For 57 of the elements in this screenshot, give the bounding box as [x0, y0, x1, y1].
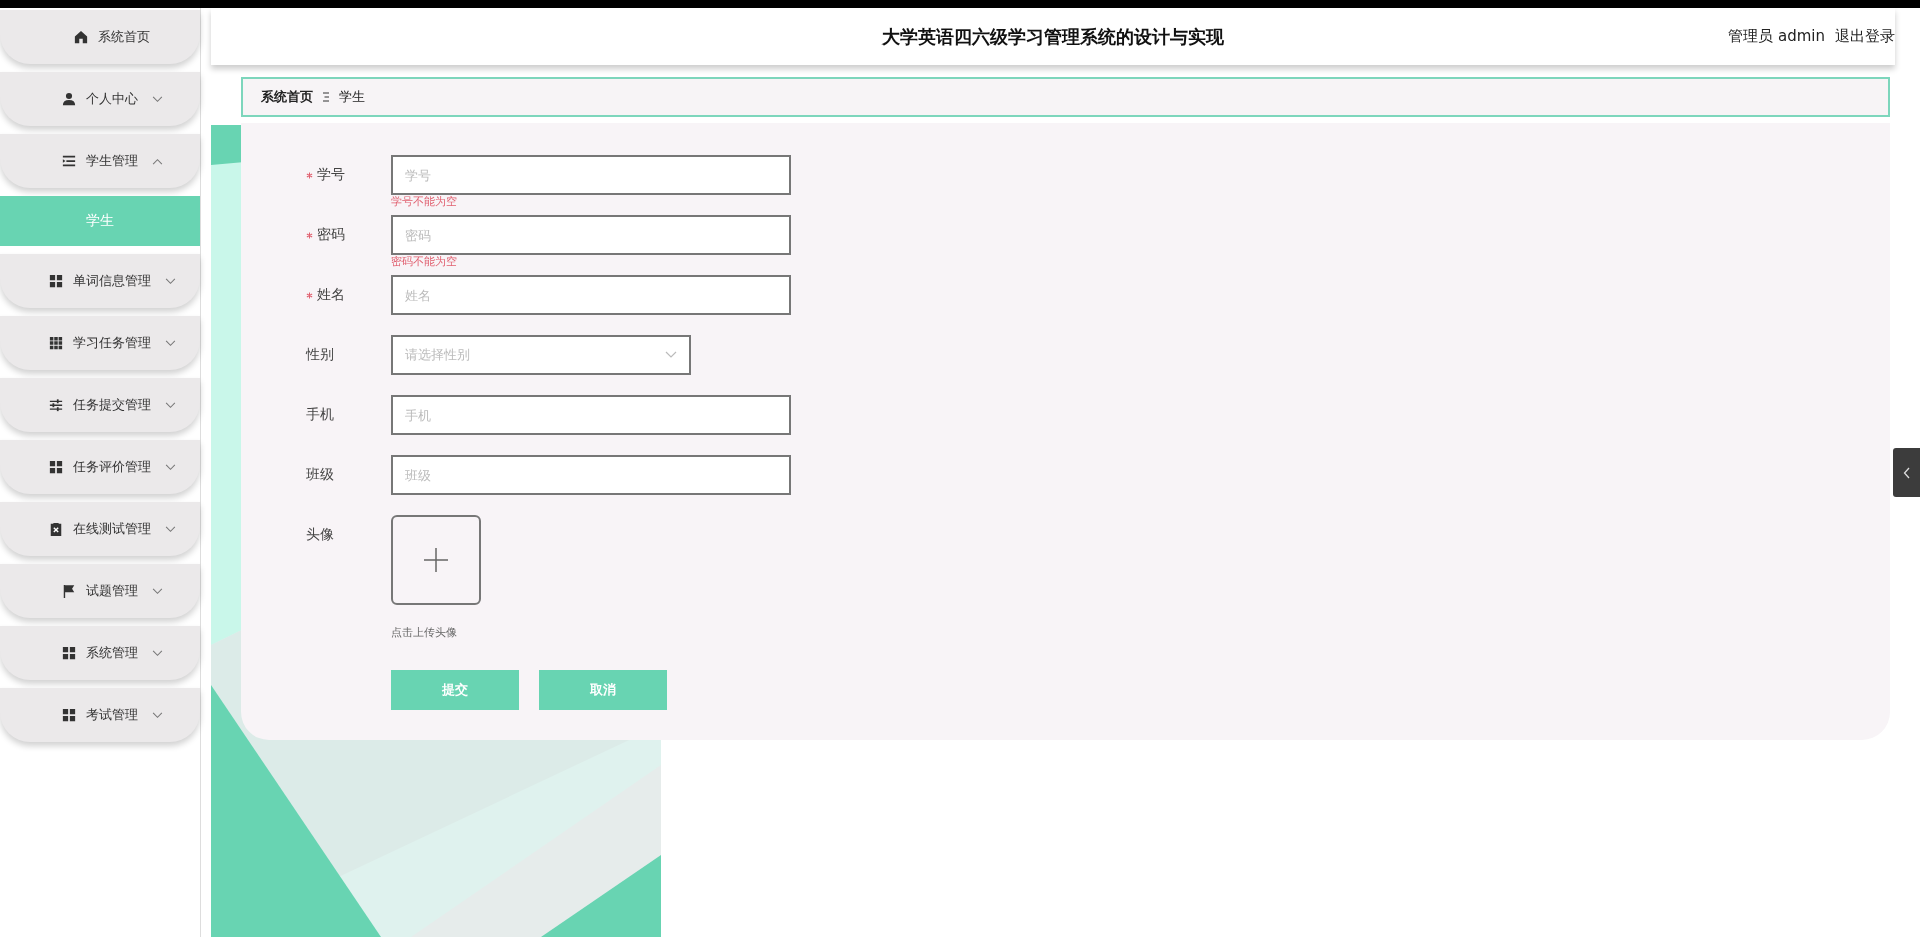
chevron-icon — [164, 463, 176, 471]
breadcrumb-link[interactable]: 学生 — [339, 88, 365, 106]
menu-item[interactable]: 学习任务管理 — [0, 316, 200, 370]
text-field[interactable]: 密码 — [391, 215, 791, 255]
logout-link[interactable]: 退出登录 — [1835, 27, 1895, 46]
menu-item[interactable]: 考试管理 — [0, 688, 200, 742]
grid-icon — [61, 646, 76, 660]
clipboard-icon — [48, 522, 63, 536]
separator-icon — [323, 92, 329, 102]
grid-icon — [61, 708, 76, 722]
chevron-icon — [151, 649, 163, 657]
text-field[interactable]: 学号 — [391, 155, 791, 195]
field-label: 头像 — [306, 526, 334, 544]
user-icon — [61, 92, 76, 106]
menu-item[interactable]: 在线测试管理 — [0, 502, 200, 556]
breadcrumb-link[interactable]: 系统首页 — [261, 88, 313, 106]
user-label: 管理员 admin — [1728, 27, 1825, 46]
flag-icon — [61, 584, 76, 598]
chevron-left-icon — [1902, 466, 1911, 479]
grid-icon — [48, 336, 63, 350]
menu-item[interactable]: 试题管理 — [0, 564, 200, 618]
field-label: 手机 — [306, 406, 334, 424]
chevron-icon — [164, 525, 176, 533]
menu-item[interactable]: 单词信息管理 — [0, 254, 200, 308]
menu-item[interactable]: 个人中心 — [0, 72, 200, 126]
menu-item[interactable]: 系统管理 — [0, 626, 200, 680]
field-label: 班级 — [306, 466, 334, 484]
chevron-icon — [164, 277, 176, 285]
chevron-icon — [151, 711, 163, 719]
chevron-icon — [164, 339, 176, 347]
text-field[interactable]: 班级 — [391, 455, 791, 495]
grid-icon — [48, 460, 63, 474]
chevron-icon — [665, 351, 677, 359]
text-field[interactable]: 手机 — [391, 395, 791, 435]
grid-icon — [48, 274, 63, 288]
upload-box[interactable] — [391, 515, 481, 605]
error-message: 学号不能为空 — [391, 195, 457, 208]
chevron-icon — [151, 95, 163, 103]
page-title: 大学英语四六级学习管理系统的设计与实现 — [882, 24, 1224, 49]
field-label: 学号 — [317, 166, 345, 184]
list-icon — [61, 154, 76, 168]
home-icon — [74, 30, 88, 44]
menu-item[interactable]: 学生管理 — [0, 134, 200, 188]
chevron-icon — [151, 587, 163, 595]
error-message: 密码不能为空 — [391, 255, 457, 268]
upload-hint: 点击上传头像 — [391, 625, 458, 640]
plus-icon — [422, 546, 450, 574]
text-field[interactable]: 姓名 — [391, 275, 791, 315]
field-label: 密码 — [317, 226, 345, 244]
menu-item[interactable]: 系统首页 — [0, 10, 200, 64]
chevron-icon — [164, 401, 176, 409]
field-label: 姓名 — [317, 286, 345, 304]
menu-item[interactable]: 任务评价管理 — [0, 440, 200, 494]
menu-item[interactable]: 任务提交管理 — [0, 378, 200, 432]
field-label: 性别 — [306, 346, 334, 364]
chevron-icon — [151, 157, 163, 165]
sliders-icon — [48, 398, 63, 412]
